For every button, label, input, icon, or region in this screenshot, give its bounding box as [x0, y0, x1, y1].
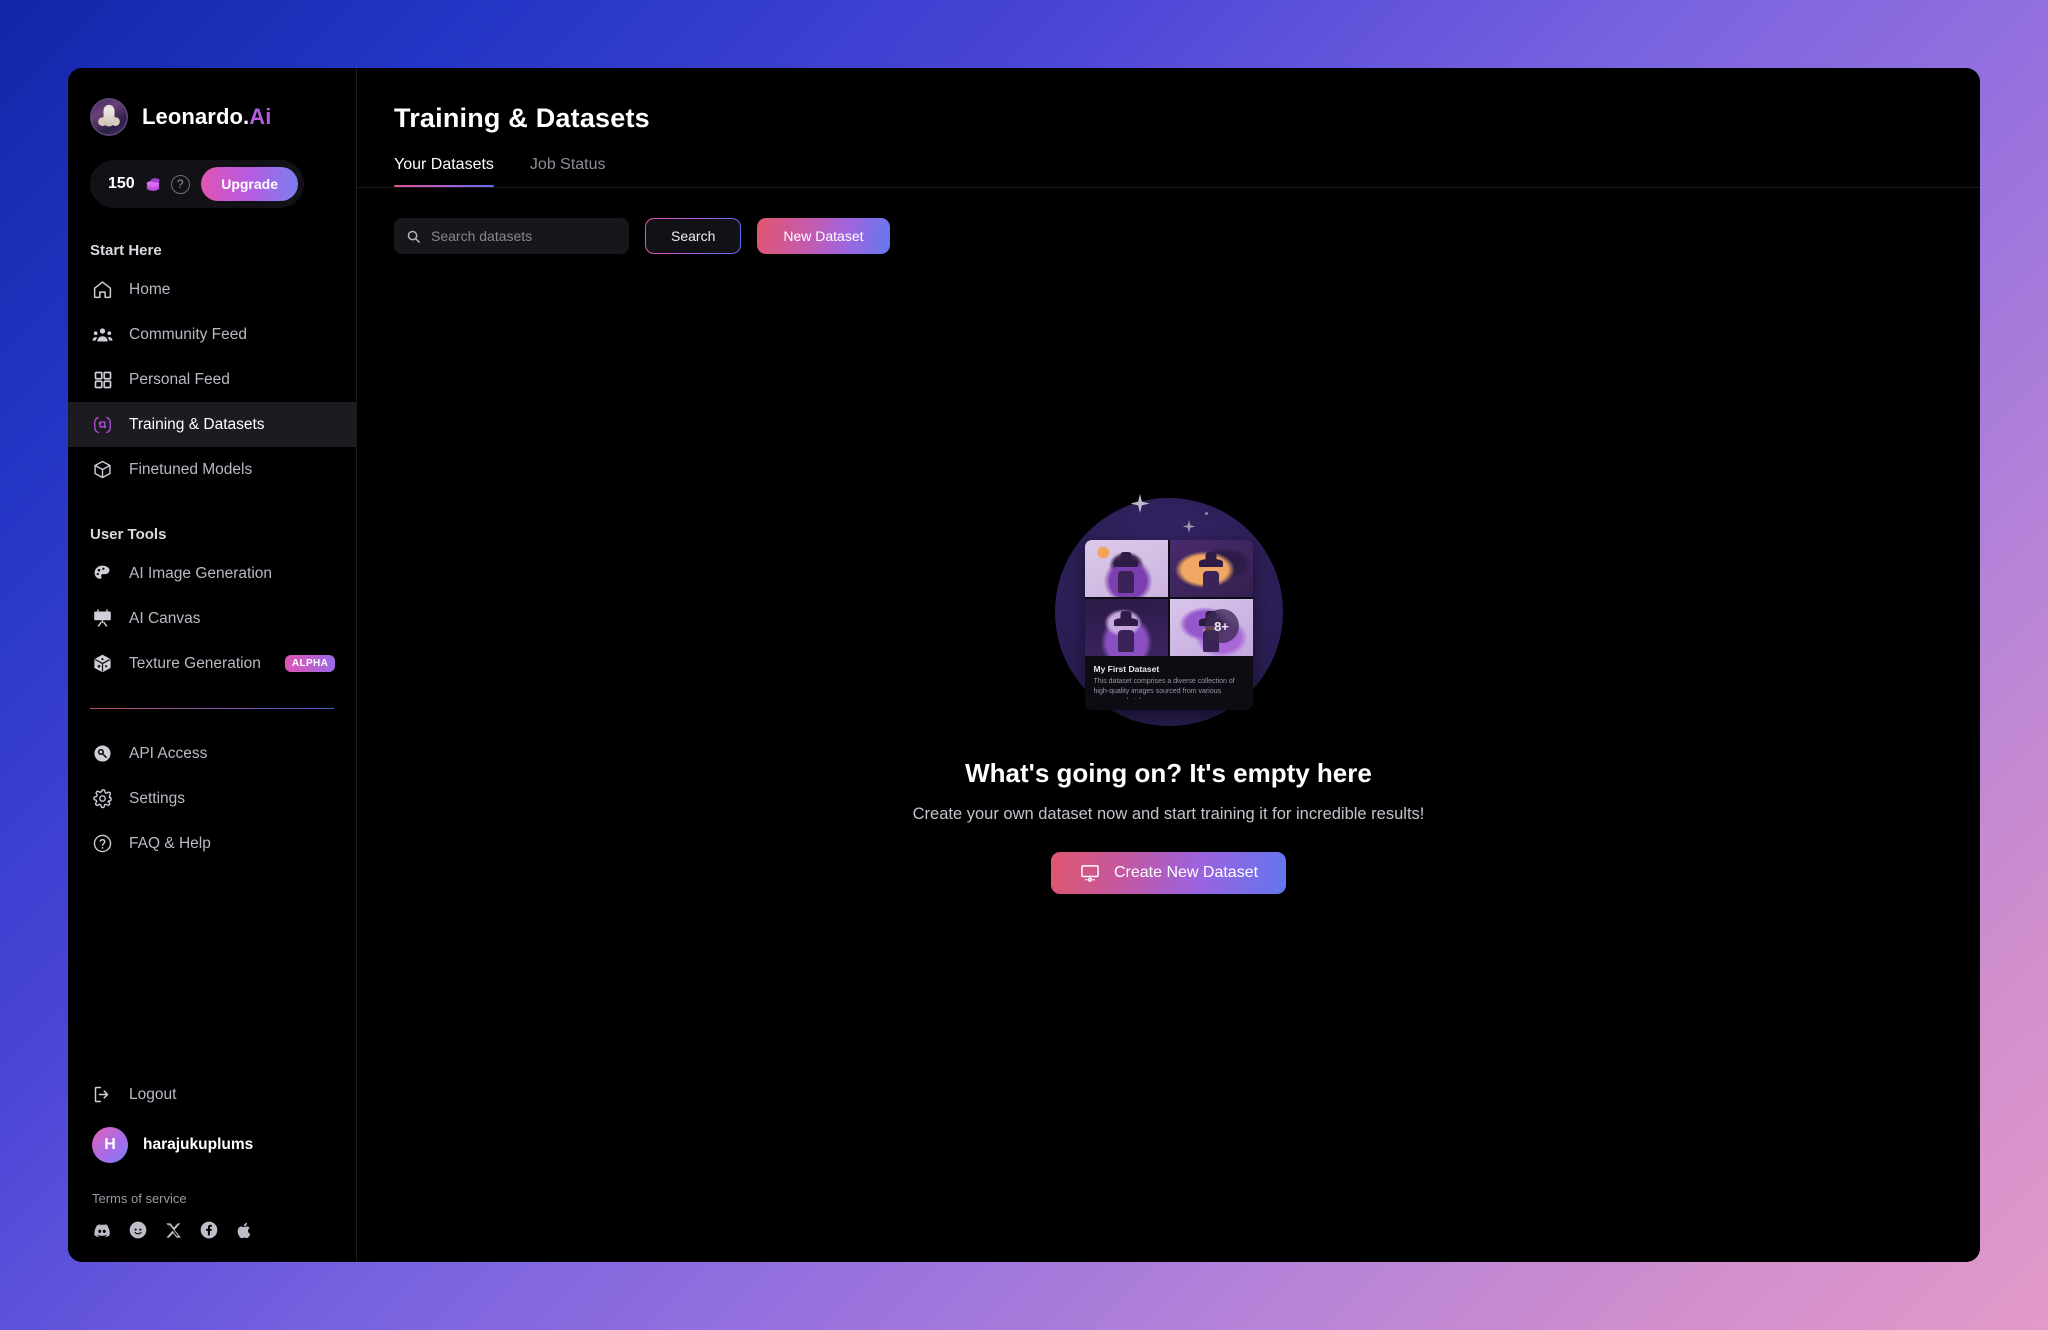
- textured-cube-icon: [92, 653, 113, 674]
- upgrade-button[interactable]: Upgrade: [201, 167, 298, 201]
- sidebar-item-training-datasets[interactable]: Training & Datasets: [68, 402, 356, 447]
- main-content: Training & Datasets Your Datasets Job St…: [357, 68, 1980, 1262]
- tab-your-datasets[interactable]: Your Datasets: [394, 156, 494, 187]
- people-group-icon: [92, 324, 113, 345]
- illustration-card-title: My First Dataset: [1094, 664, 1244, 674]
- sidebar: Leonardo.Ai 150 ? Upgrade Start Here Hom…: [68, 68, 357, 1262]
- page-title: Training & Datasets: [394, 103, 1980, 134]
- question-mark-icon[interactable]: ?: [171, 175, 190, 194]
- sidebar-item-api-access[interactable]: API Access: [68, 731, 356, 776]
- search-button[interactable]: Search: [645, 218, 741, 254]
- illustration-thumb-grid: 8+: [1085, 540, 1253, 656]
- credits-amount: 150: [108, 175, 135, 193]
- social-links: [92, 1220, 356, 1240]
- empty-state: 8+ My First Dataset This dataset compris…: [357, 498, 1980, 894]
- sidebar-item-label: AI Canvas: [129, 610, 201, 628]
- alpha-badge: ALPHA: [285, 655, 335, 672]
- home-icon: [92, 279, 113, 300]
- sidebar-item-faq-help[interactable]: FAQ & Help: [68, 821, 356, 866]
- sidebar-item-personal-feed[interactable]: Personal Feed: [68, 357, 356, 402]
- sidebar-item-finetuned-models[interactable]: Finetuned Models: [68, 447, 356, 492]
- tab-job-status[interactable]: Job Status: [530, 156, 606, 187]
- empty-state-heading: What's going on? It's empty here: [965, 758, 1372, 789]
- illustration-card-description: This dataset comprises a diverse collect…: [1094, 677, 1244, 699]
- palette-icon: [92, 563, 113, 584]
- brand-name: Leonardo.Ai: [142, 104, 271, 130]
- create-new-dataset-label: Create New Dataset: [1114, 864, 1258, 882]
- facebook-icon[interactable]: [199, 1220, 219, 1240]
- illustration-dataset-card: 8+ My First Dataset This dataset compris…: [1085, 540, 1253, 710]
- grid-squares-icon: [92, 369, 113, 390]
- dataset-preview-illustration: 8+ My First Dataset This dataset compris…: [1055, 498, 1283, 726]
- search-icon: [406, 229, 421, 244]
- brand-name-accent: Ai: [249, 104, 271, 129]
- create-new-dataset-button[interactable]: Create New Dataset: [1051, 852, 1286, 894]
- sidebar-item-label: Logout: [129, 1086, 176, 1104]
- sidebar-item-settings[interactable]: Settings: [68, 776, 356, 821]
- sparkle-icon: [1183, 520, 1196, 533]
- x-twitter-icon[interactable]: [164, 1221, 183, 1240]
- illustration-thumb: [1085, 599, 1168, 656]
- sidebar-item-logout[interactable]: Logout: [68, 1072, 356, 1117]
- illustration-thumb: 8+: [1170, 599, 1253, 656]
- toolbar: Search New Dataset: [394, 218, 1980, 254]
- sidebar-item-ai-canvas[interactable]: AI Canvas: [68, 596, 356, 641]
- sidebar-item-community-feed[interactable]: Community Feed: [68, 312, 356, 357]
- discord-icon[interactable]: [92, 1220, 112, 1240]
- sparkle-icon: [1131, 494, 1150, 513]
- help-glyph: ?: [177, 178, 184, 190]
- sidebar-item-label: Community Feed: [129, 326, 247, 344]
- training-datasets-icon: [92, 414, 113, 435]
- app-window: Leonardo.Ai 150 ? Upgrade Start Here Hom…: [68, 68, 1980, 1262]
- more-count-badge: 8+: [1205, 609, 1239, 643]
- sidebar-item-label: API Access: [129, 745, 207, 763]
- brand[interactable]: Leonardo.Ai: [68, 68, 356, 136]
- sidebar-divider: [90, 708, 334, 709]
- user-account[interactable]: H harajukuplums: [68, 1117, 356, 1163]
- sidebar-item-label: AI Image Generation: [129, 565, 272, 583]
- reddit-icon[interactable]: [128, 1220, 148, 1240]
- monitor-icon: [1079, 862, 1101, 884]
- key-circle-icon: [92, 743, 113, 764]
- apple-icon[interactable]: [235, 1221, 254, 1240]
- easel-icon: [92, 608, 113, 629]
- illustration-thumb: [1170, 540, 1253, 597]
- logout-arrow-icon: [92, 1084, 113, 1105]
- section-label-user-tools: User Tools: [90, 526, 356, 543]
- avatar: H: [92, 1127, 128, 1163]
- search-input[interactable]: [431, 228, 617, 244]
- illustration-card-meta: My First Dataset This dataset comprises …: [1085, 656, 1253, 710]
- cube-icon: [92, 459, 113, 480]
- leonardo-avatar-icon: [90, 98, 128, 136]
- sidebar-item-label: Finetuned Models: [129, 461, 252, 479]
- new-dataset-button[interactable]: New Dataset: [757, 218, 889, 254]
- gear-icon: [92, 788, 113, 809]
- credits-pill: 150 ? Upgrade: [90, 160, 304, 208]
- illustration-thumb: [1085, 540, 1168, 597]
- sidebar-item-texture-generation[interactable]: Texture Generation ALPHA: [68, 641, 356, 686]
- sidebar-item-label: FAQ & Help: [129, 835, 211, 853]
- user-name: harajukuplums: [143, 1136, 253, 1154]
- coins-icon: [144, 175, 162, 193]
- sidebar-item-label: Texture Generation: [129, 655, 261, 673]
- question-circle-icon: [92, 833, 113, 854]
- search-field[interactable]: [394, 218, 629, 254]
- terms-of-service-link[interactable]: Terms of service: [92, 1191, 356, 1206]
- sidebar-item-label: Training & Datasets: [129, 416, 265, 434]
- tab-bar: Your Datasets Job Status: [394, 156, 1980, 187]
- star-dot: [1205, 512, 1208, 515]
- empty-state-subheading: Create your own dataset now and start tr…: [913, 805, 1425, 824]
- sidebar-item-label: Settings: [129, 790, 185, 808]
- tab-bar-divider: [357, 187, 1980, 188]
- sidebar-item-home[interactable]: Home: [68, 267, 356, 312]
- sidebar-item-label: Personal Feed: [129, 371, 230, 389]
- sidebar-item-ai-image-generation[interactable]: AI Image Generation: [68, 551, 356, 596]
- brand-name-main: Leonardo.: [142, 104, 249, 129]
- section-label-start-here: Start Here: [90, 242, 356, 259]
- sidebar-item-label: Home: [129, 281, 170, 299]
